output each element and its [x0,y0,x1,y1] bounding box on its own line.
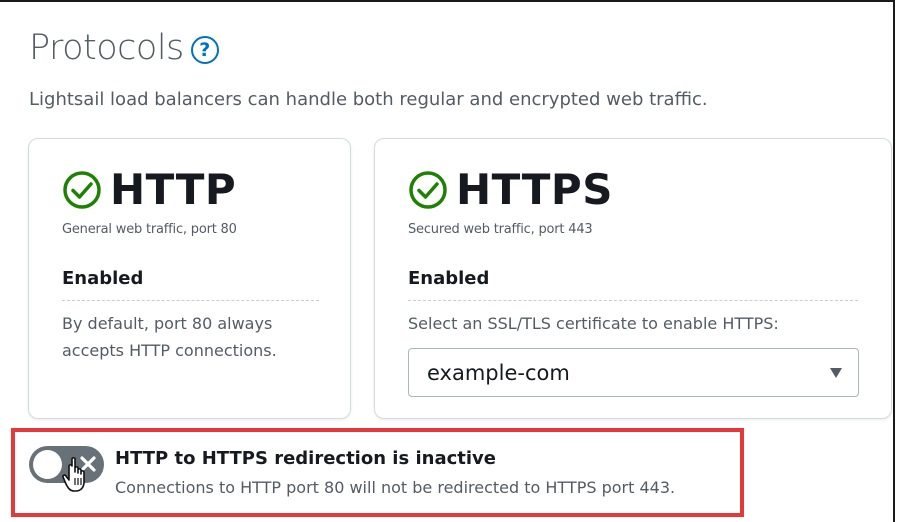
http-note-line-1: By default, port 80 always [62,314,273,333]
section-header: Protocols ? [29,28,219,68]
section-subtitle: Lightsail load balancers can handle both… [29,89,708,110]
check-circle-icon [63,170,101,209]
https-status: Enabled [408,268,490,289]
https-note: Select an SSL/TLS certificate to enable … [408,314,779,333]
redirection-highlight-box: HTTP to HTTPS redirection is inactive Co… [11,428,744,517]
http-card-header: HTTP [62,165,236,214]
http-title: HTTP [110,165,237,214]
https-card: HTTPS Secured web traffic, port 443 Enab… [374,138,892,419]
certificate-select-value: example-com [427,360,570,385]
https-title: HTTPS [456,165,613,214]
https-description: Secured web traffic, port 443 [408,222,593,237]
https-card-header: HTTPS [408,165,613,214]
divider [62,300,319,301]
toggle-knob [33,450,62,479]
http-card: HTTP General web traffic, port 80 Enable… [28,138,351,419]
redirection-description: Connections to HTTP port 80 will not be … [115,478,676,497]
http-note: By default, port 80 always accepts HTTP … [62,310,277,364]
certificate-select[interactable]: example-com [408,348,859,397]
caret-down-icon [830,367,842,378]
divider [408,300,858,301]
redirection-status-title: HTTP to HTTPS redirection is inactive [115,448,496,469]
help-icon[interactable]: ? [190,36,219,64]
hand-pointer-icon [62,457,85,492]
http-status: Enabled [62,268,144,289]
page-title: Protocols [29,28,184,68]
check-circle-icon [409,170,447,209]
http-description: General web traffic, port 80 [62,222,237,237]
http-note-line-2: accepts HTTP connections. [62,341,277,360]
